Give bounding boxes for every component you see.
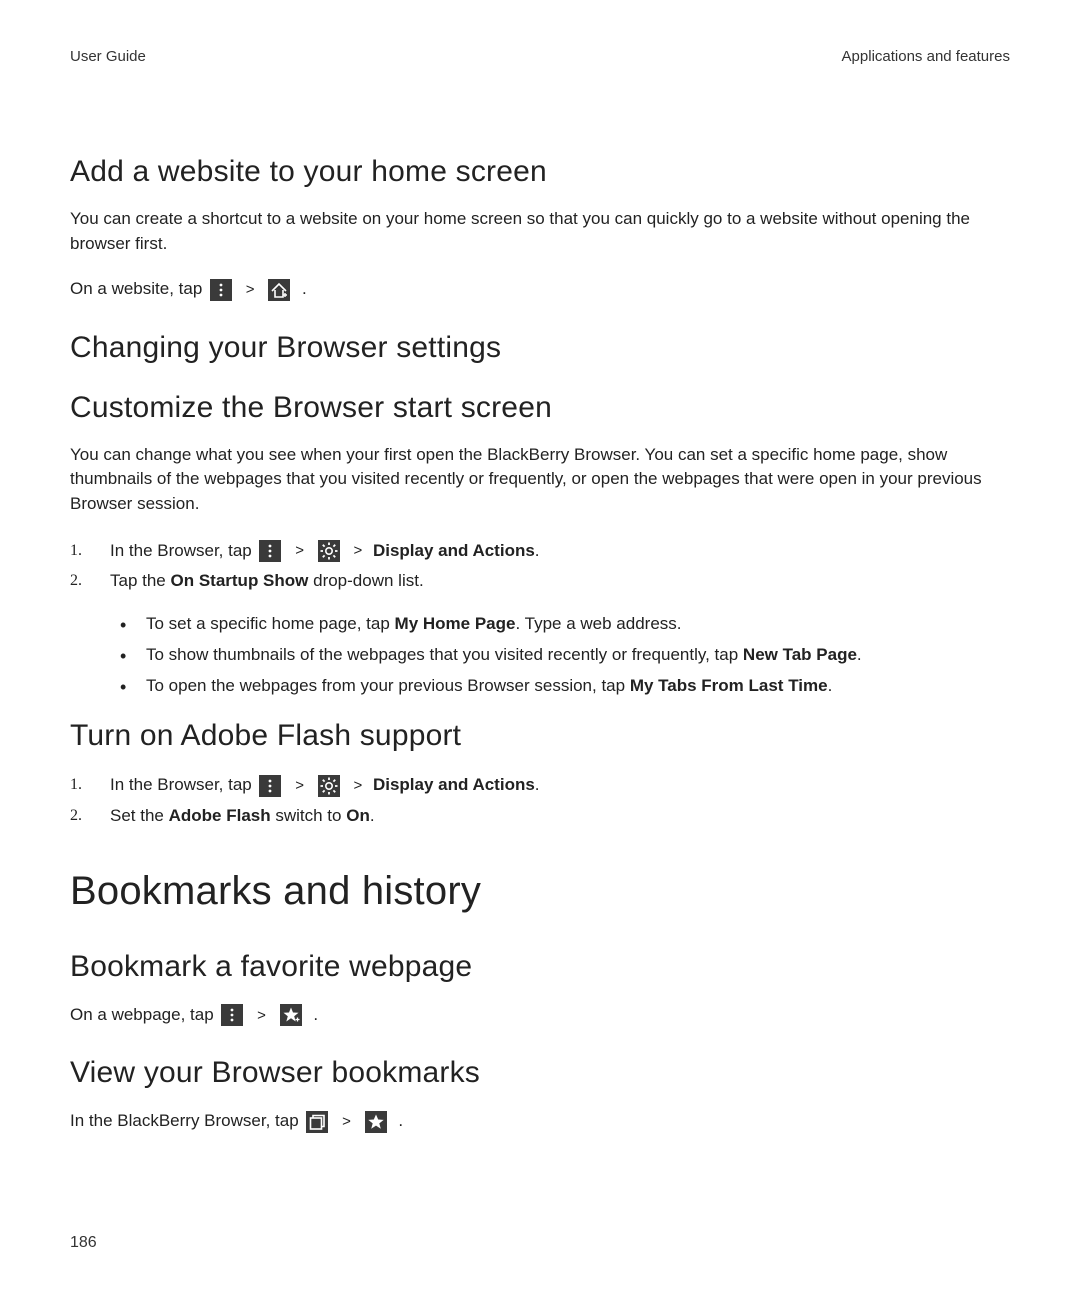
- text: On a webpage, tap: [70, 1005, 218, 1024]
- settings-gear-icon: [318, 540, 340, 562]
- text: .: [828, 676, 833, 695]
- steps-customize: 1. In the Browser, tap > > Display and A…: [70, 537, 1010, 597]
- text-bold: On: [346, 806, 370, 825]
- text-bold: Display and Actions: [373, 541, 535, 560]
- more-icon: [259, 540, 281, 562]
- page-number: 186: [70, 1234, 97, 1252]
- more-icon: [221, 1004, 243, 1026]
- step-number: 2.: [70, 802, 82, 829]
- text-bold: Adobe Flash: [169, 806, 271, 825]
- text: To show thumbnails of the webpages that …: [146, 645, 743, 664]
- text: Set the: [110, 806, 169, 825]
- text: drop-down list.: [308, 571, 423, 590]
- text: .: [535, 775, 540, 794]
- separator-icon: >: [295, 542, 304, 559]
- step-2: 2. Tap the On Startup Show drop-down lis…: [70, 567, 1010, 596]
- instr-view-bookmarks: In the BlackBerry Browser, tap > .: [70, 1108, 1010, 1134]
- list-item: To open the webpages from your previous …: [70, 672, 1010, 701]
- text: switch to: [271, 806, 347, 825]
- text: .: [302, 279, 307, 298]
- header-left: User Guide: [70, 48, 146, 65]
- more-icon: [210, 279, 232, 301]
- text: To open the webpages from your previous …: [146, 676, 630, 695]
- add-bookmark-star-icon: [280, 1004, 302, 1026]
- text: .: [535, 541, 540, 560]
- step-2: 2. Set the Adobe Flash switch to On.: [70, 802, 1010, 831]
- text-bold: My Tabs From Last Time: [630, 676, 828, 695]
- text: In the Browser, tap: [110, 541, 256, 560]
- instr-add-website: On a website, tap > .: [70, 276, 1010, 302]
- list-item: To set a specific home page, tap My Home…: [70, 610, 1010, 639]
- page-header: User Guide Applications and features: [70, 48, 1010, 65]
- para-add-website: You can create a shortcut to a website o…: [70, 207, 1010, 256]
- text: In the BlackBerry Browser, tap: [70, 1111, 303, 1130]
- tabs-icon: [306, 1111, 328, 1133]
- heading-view-bookmarks: View your Browser bookmarks: [70, 1056, 1010, 1090]
- text: On a website, tap: [70, 279, 207, 298]
- step-number: 1.: [70, 537, 82, 564]
- step-1: 1. In the Browser, tap > > Display and A…: [70, 537, 1010, 566]
- settings-gear-icon: [318, 775, 340, 797]
- heading-bookmark-favorite: Bookmark a favorite webpage: [70, 950, 1010, 984]
- text-bold: New Tab Page: [743, 645, 857, 664]
- header-right: Applications and features: [842, 48, 1010, 65]
- text: In the Browser, tap: [110, 775, 256, 794]
- add-to-home-icon: [268, 279, 290, 301]
- steps-flash: 1. In the Browser, tap > > Display and A…: [70, 771, 1010, 831]
- text: .: [313, 1005, 318, 1024]
- instr-bookmark-favorite: On a webpage, tap > .: [70, 1002, 1010, 1028]
- list-item: To show thumbnails of the webpages that …: [70, 641, 1010, 670]
- para-customize-start: You can change what you see when your fi…: [70, 443, 1010, 517]
- heading-customize-start: Customize the Browser start screen: [70, 391, 1010, 425]
- separator-icon: >: [342, 1113, 351, 1130]
- separator-icon: >: [295, 777, 304, 794]
- text-bold: My Home Page: [395, 614, 516, 633]
- text: Tap the: [110, 571, 171, 590]
- heading-changing-settings: Changing your Browser settings: [70, 331, 1010, 365]
- more-icon: [259, 775, 281, 797]
- text-bold: On Startup Show: [171, 571, 309, 590]
- text: . Type a web address.: [515, 614, 681, 633]
- text: To set a specific home page, tap: [146, 614, 395, 633]
- heading-bookmarks-history: Bookmarks and history: [70, 869, 1010, 914]
- step-1: 1. In the Browser, tap > > Display and A…: [70, 771, 1010, 800]
- step-number: 2.: [70, 567, 82, 594]
- text-bold: Display and Actions: [373, 775, 535, 794]
- separator-icon: >: [353, 777, 362, 794]
- text: .: [857, 645, 862, 664]
- bookmark-star-icon: [365, 1111, 387, 1133]
- text: .: [398, 1111, 403, 1130]
- separator-icon: >: [257, 1007, 266, 1024]
- step-number: 1.: [70, 771, 82, 798]
- heading-flash: Turn on Adobe Flash support: [70, 719, 1010, 753]
- separator-icon: >: [353, 542, 362, 559]
- text: .: [370, 806, 375, 825]
- bullets-customize: To set a specific home page, tap My Home…: [70, 610, 1010, 701]
- heading-add-website: Add a website to your home screen: [70, 155, 1010, 189]
- separator-icon: >: [246, 281, 255, 298]
